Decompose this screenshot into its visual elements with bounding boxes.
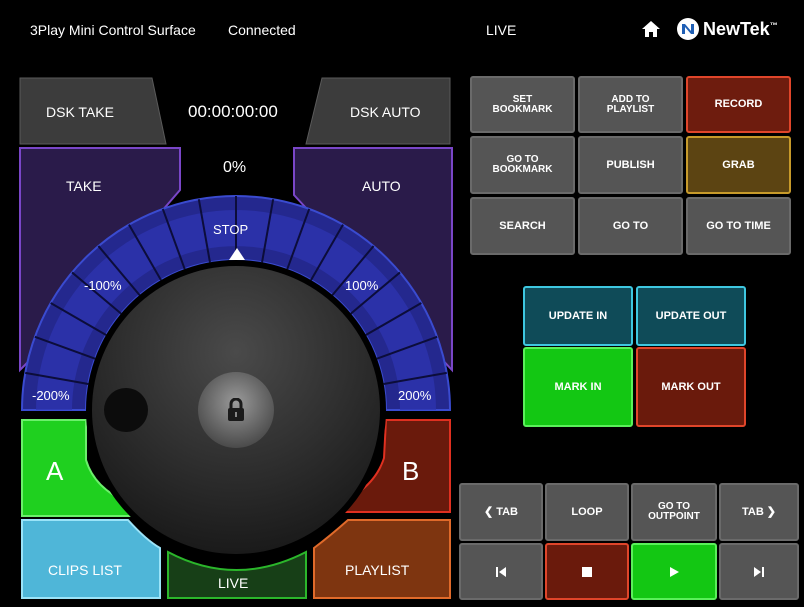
update-in-button[interactable]: UPDATE IN [523, 286, 633, 346]
lock-icon [226, 397, 246, 422]
stop-label: STOP [213, 222, 249, 237]
brand-name: NewTek™ [703, 19, 778, 39]
mark-in-button[interactable]: MARK IN [523, 347, 633, 427]
speed-percent: 0% [223, 159, 247, 176]
playlist-label: PLAYLIST [345, 562, 410, 578]
loop-button[interactable]: LOOP [545, 483, 629, 541]
go-to-time-button[interactable]: GO TO TIME [686, 197, 791, 255]
play-button[interactable] [631, 543, 717, 600]
go-to-outpoint-button[interactable]: GO TO OUTPOINT [631, 483, 717, 541]
add-to-playlist-button[interactable]: ADD TO PLAYLIST [578, 76, 683, 133]
next-button[interactable] [719, 543, 799, 600]
skip-back-icon [496, 566, 506, 577]
minus-200-label: -200% [32, 388, 70, 403]
clips-list-label: CLIPS LIST [48, 562, 122, 578]
plus-200-label: 200% [398, 388, 432, 403]
chevron-left-icon: ❮ [483, 505, 494, 518]
set-bookmark-button[interactable]: SET BOOKMARK [470, 76, 575, 133]
tab-prev-button[interactable]: ❮ TAB [459, 483, 543, 541]
go-to-button[interactable]: GO TO [578, 197, 683, 255]
tab-next-button[interactable]: TAB ❯ [719, 483, 799, 541]
timecode: 00:00:00:00 [188, 102, 278, 121]
connection-status: Connected [228, 22, 296, 38]
publish-button[interactable]: PUBLISH [578, 136, 683, 194]
app-title: 3Play Mini Control Surface [30, 22, 196, 38]
dsk-take-label: DSK TAKE [46, 104, 114, 120]
auto-label: AUTO [362, 178, 401, 194]
playlist-button[interactable] [313, 519, 451, 599]
record-button[interactable]: RECORD [686, 76, 791, 133]
a-label: A [46, 456, 64, 486]
search-button[interactable]: SEARCH [470, 197, 575, 255]
plus-100-label: 100% [345, 278, 379, 293]
minus-100-label: -100% [84, 278, 122, 293]
clips-list-button[interactable] [21, 519, 161, 599]
update-out-button[interactable]: UPDATE OUT [636, 286, 746, 346]
stop-icon [582, 566, 592, 577]
stop-button[interactable] [545, 543, 629, 600]
take-label: TAKE [66, 178, 102, 194]
mode-label: LIVE [486, 22, 517, 38]
previous-button[interactable] [459, 543, 543, 600]
control-surface-graphics [19, 77, 453, 599]
grab-button[interactable]: GRAB [686, 136, 791, 194]
go-to-bookmark-button[interactable]: GO TO BOOKMARK [470, 136, 575, 194]
jog-finger-dimple [104, 388, 148, 432]
home-icon[interactable] [641, 19, 661, 39]
skip-forward-icon [754, 566, 764, 577]
b-label: B [402, 456, 420, 486]
dsk-auto-label: DSK AUTO [350, 104, 421, 120]
live-label: LIVE [218, 575, 249, 591]
play-icon [670, 566, 679, 577]
newtek-logo-icon [676, 17, 700, 41]
mark-out-button[interactable]: MARK OUT [636, 347, 746, 427]
chevron-right-icon: ❯ [766, 505, 776, 518]
